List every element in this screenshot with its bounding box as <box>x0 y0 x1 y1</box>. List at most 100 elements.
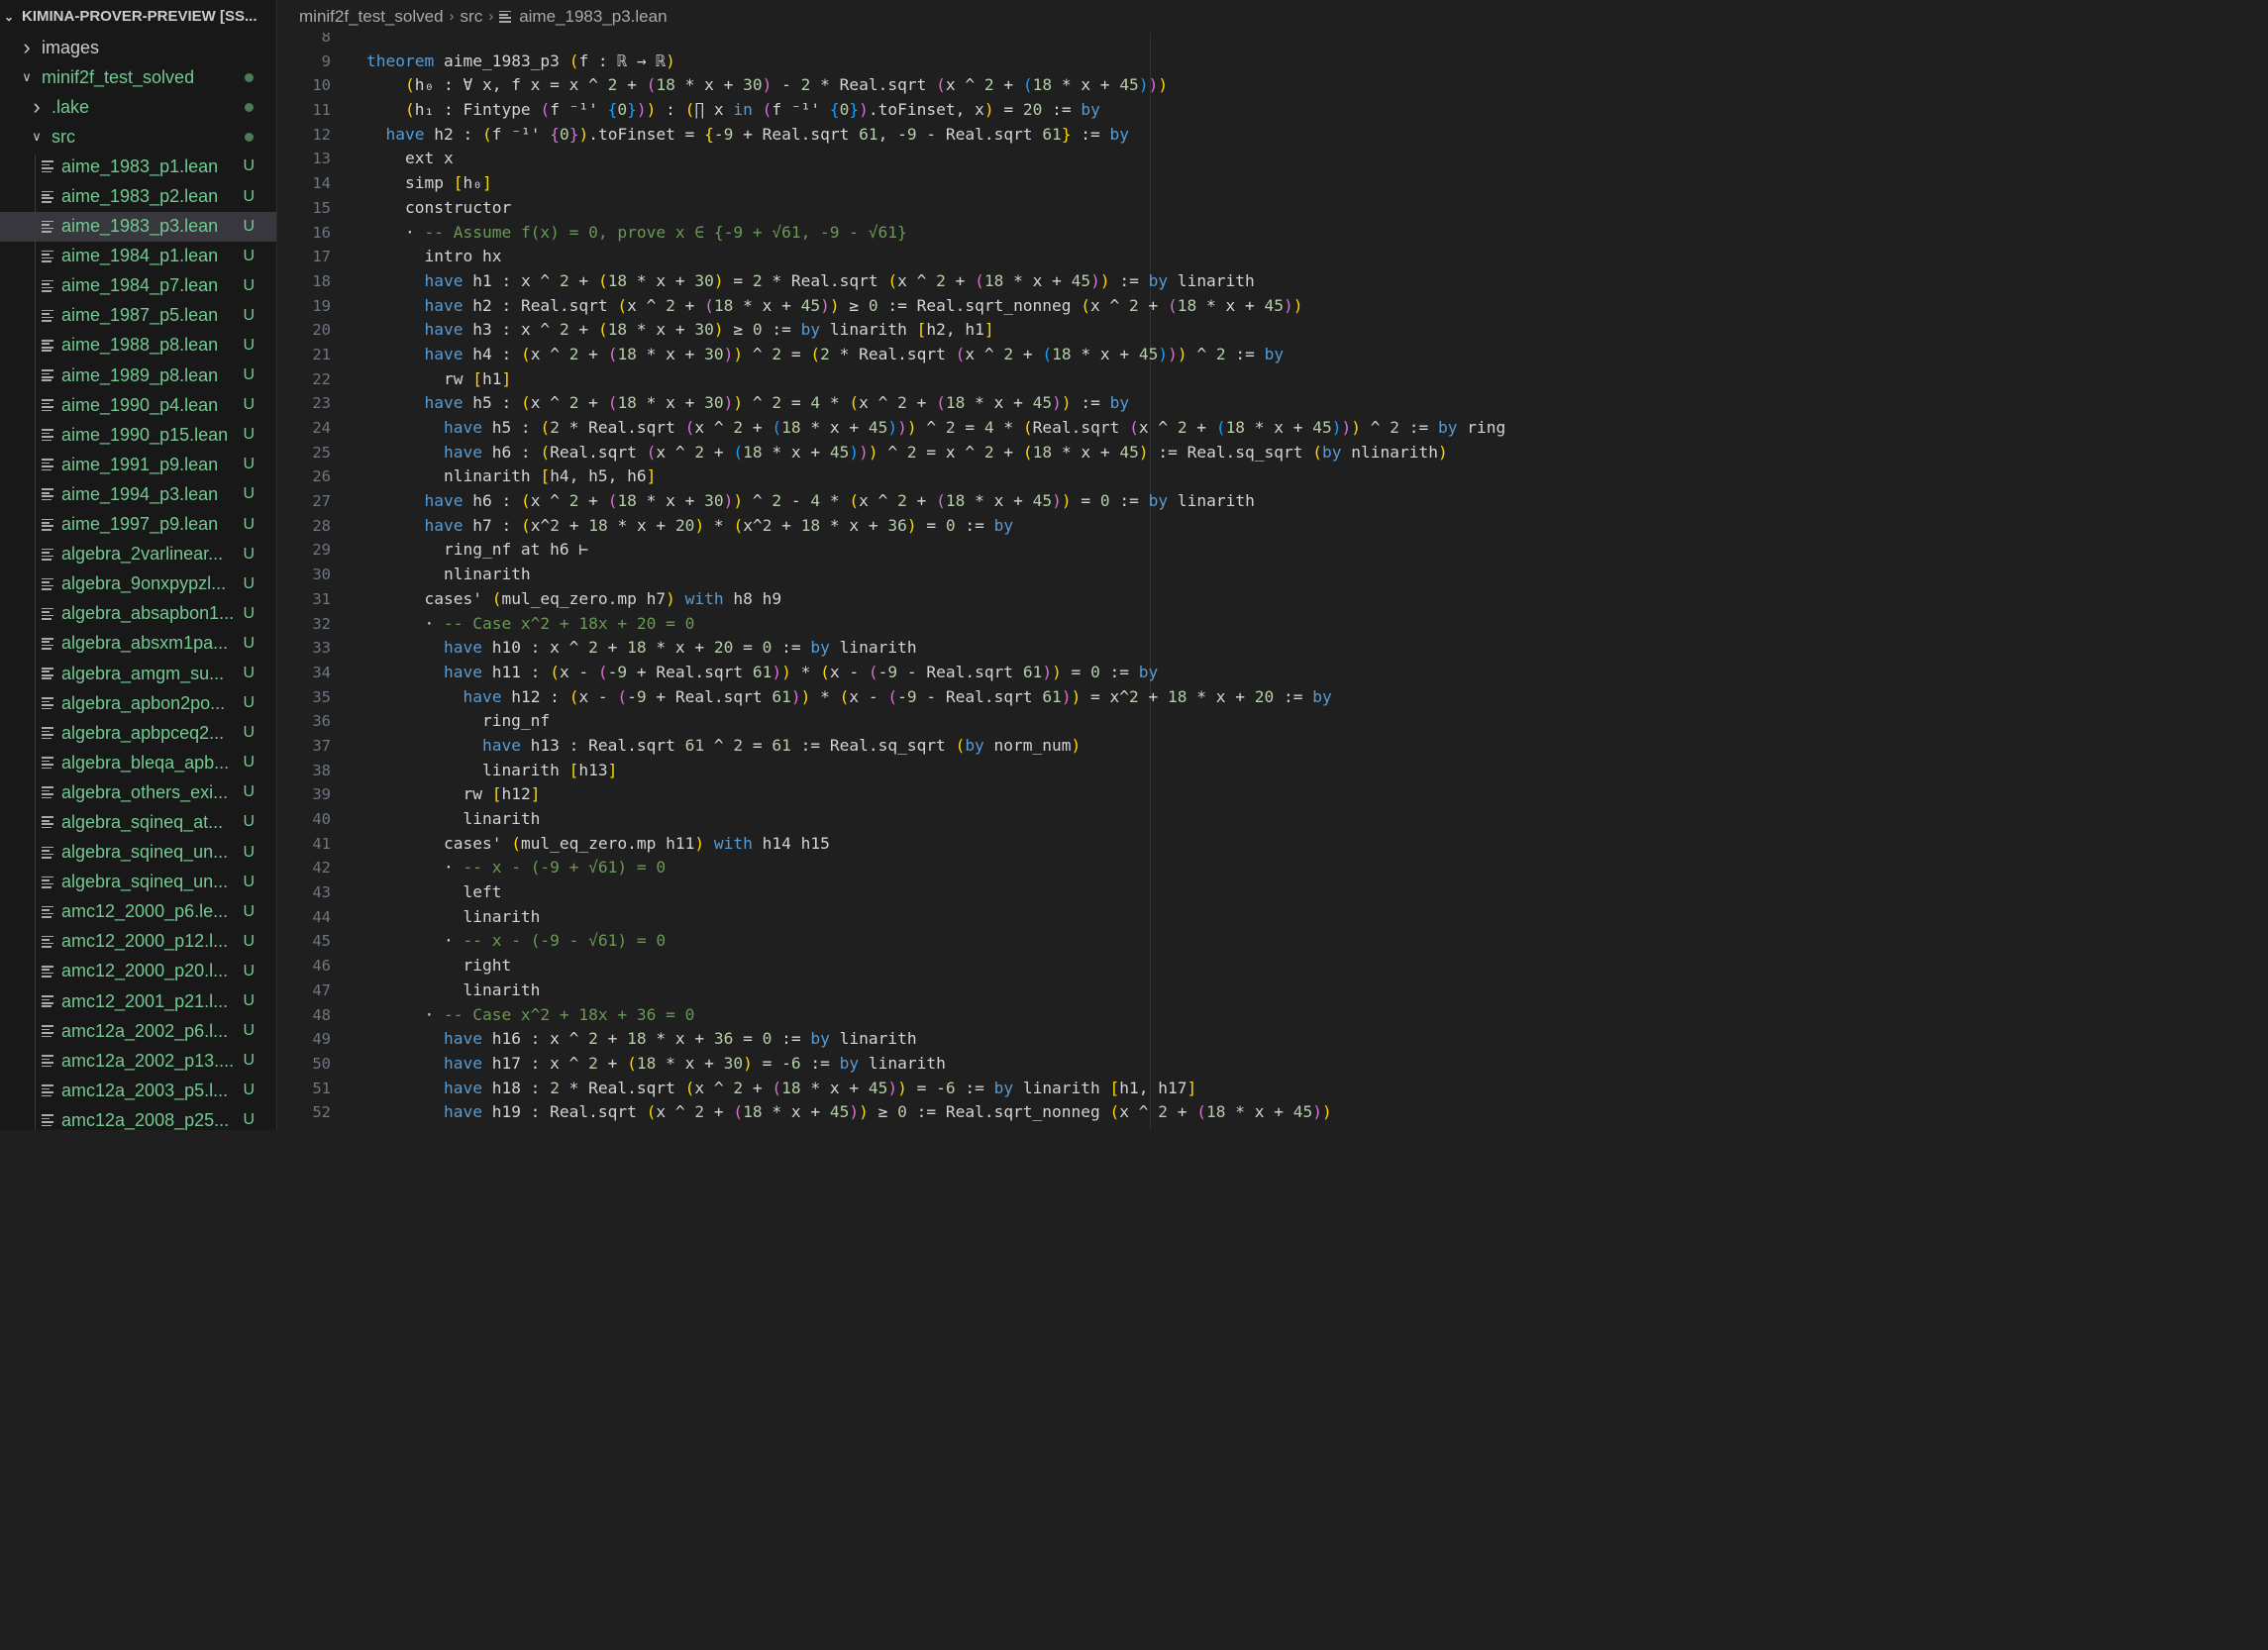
untracked-badge: U <box>243 515 255 533</box>
code-line[interactable]: have h10 : x ^ 2 + 18 * x + 20 = 0 := by… <box>366 636 1553 661</box>
file-item[interactable]: aime_1989_p8.lean U <box>0 361 276 390</box>
file-item[interactable]: aime_1997_p9.lean U <box>0 510 276 540</box>
file-item[interactable]: algebra_bleqa_apb... U <box>0 748 276 777</box>
file-item[interactable]: algebra_absxm1pa... U <box>0 629 276 659</box>
code-line[interactable]: linarith <box>366 807 1553 832</box>
code-line[interactable]: have h6 : (Real.sqrt (x ^ 2 + (18 * x + … <box>366 441 1553 465</box>
file-item[interactable]: aime_1990_p4.lean U <box>0 390 276 420</box>
file-item[interactable]: amc12a_2003_p5.l... U <box>0 1076 276 1105</box>
code-line[interactable] <box>366 33 1553 50</box>
file-item[interactable]: algebra_sqineq_un... U <box>0 838 276 868</box>
code-line[interactable]: linarith <box>366 905 1553 930</box>
breadcrumb-subfolder[interactable]: src <box>461 7 483 27</box>
file-item[interactable]: amc12_2000_p20.l... U <box>0 957 276 986</box>
code-line[interactable]: rw [h12] <box>366 782 1553 807</box>
explorer-root-header[interactable]: ⌄ KIMINA-PROVER-PREVIEW [SS... <box>0 0 276 33</box>
code-line[interactable]: have h5 : (2 * Real.sqrt (x ^ 2 + (18 * … <box>366 416 1553 441</box>
code-line[interactable]: ext x <box>366 147 1553 171</box>
file-item[interactable]: algebra_absapbon1... U <box>0 599 276 629</box>
tree-item-label: aime_1988_p8.lean <box>61 335 219 356</box>
code-line[interactable]: · -- Case x^2 + 18x + 20 = 0 <box>366 612 1553 637</box>
breadcrumb-folder[interactable]: minif2f_test_solved <box>299 7 444 27</box>
code-line[interactable]: have h2 : Real.sqrt (x ^ 2 + (18 * x + 4… <box>366 294 1553 319</box>
file-item[interactable]: aime_1987_p5.lean U <box>0 301 276 331</box>
folder-item[interactable]: › images <box>0 33 276 62</box>
code-line[interactable]: have h2 : (f ⁻¹' {0}).toFinset = {-9 + R… <box>366 123 1553 148</box>
file-item[interactable]: aime_1988_p8.lean U <box>0 331 276 361</box>
code-line[interactable]: right <box>366 954 1553 979</box>
code-line[interactable]: have h1 : x ^ 2 + (18 * x + 30) = 2 * Re… <box>366 269 1553 294</box>
code-line[interactable]: · -- x - (-9 - √61) = 0 <box>366 929 1553 954</box>
file-icon <box>42 727 53 740</box>
code-line[interactable]: constructor <box>366 196 1553 221</box>
untracked-badge: U <box>243 336 255 354</box>
code-lines[interactable]: theorem aime_1983_p3 (f : ℝ → ℝ) (h₀ : ∀… <box>366 33 1553 1125</box>
file-item[interactable]: aime_1990_p15.lean U <box>0 420 276 450</box>
code-line[interactable]: cases' (mul_eq_zero.mp h11) with h14 h15 <box>366 832 1553 857</box>
line-number: 22 <box>312 369 331 388</box>
file-item[interactable]: aime_1983_p1.lean U <box>0 152 276 181</box>
file-item[interactable]: algebra_apbpceq2... U <box>0 718 276 748</box>
code-line[interactable]: linarith <box>366 979 1553 1003</box>
untracked-badge: U <box>243 843 255 861</box>
file-item[interactable]: algebra_9onxpypzl... U <box>0 569 276 599</box>
code-line[interactable]: have h19 : Real.sqrt (x ^ 2 + (18 * x + … <box>366 1100 1553 1125</box>
folder-item[interactable]: › .lake <box>0 92 276 122</box>
file-item[interactable]: amc12_2000_p12.l... U <box>0 927 276 957</box>
code-line[interactable]: have h5 : (x ^ 2 + (18 * x + 30)) ^ 2 = … <box>366 391 1553 416</box>
code-line[interactable]: have h11 : (x - (-9 + Real.sqrt 61)) * (… <box>366 661 1553 685</box>
file-item[interactable]: algebra_amgm_su... U <box>0 659 276 688</box>
code-line[interactable]: have h6 : (x ^ 2 + (18 * x + 30)) ^ 2 - … <box>366 489 1553 514</box>
code-line[interactable]: cases' (mul_eq_zero.mp h7) with h8 h9 <box>366 587 1553 612</box>
code-line[interactable]: have h13 : Real.sqrt 61 ^ 2 = 61 := Real… <box>366 734 1553 759</box>
code-line[interactable]: · -- Case x^2 + 18x + 36 = 0 <box>366 1003 1553 1028</box>
code-line[interactable]: · -- x - (-9 + √61) = 0 <box>366 856 1553 880</box>
file-item[interactable]: amc12a_2002_p6.l... U <box>0 1016 276 1046</box>
code-line[interactable]: (h₁ : Fintype (f ⁻¹' {0})) : (∏ x in (f … <box>366 98 1553 123</box>
code-line[interactable]: intro hx <box>366 245 1553 269</box>
file-item[interactable]: amc12_2000_p6.le... U <box>0 897 276 927</box>
code-line[interactable]: have h7 : (x^2 + 18 * x + 20) * (x^2 + 1… <box>366 514 1553 539</box>
code-line[interactable]: (h₀ : ∀ x, f x = x ^ 2 + (18 * x + 30) -… <box>366 73 1553 98</box>
line-number: 11 <box>312 101 331 120</box>
chevron-down-icon: ⌄ <box>4 9 15 24</box>
file-item[interactable]: aime_1994_p3.lean U <box>0 479 276 509</box>
file-item[interactable]: aime_1984_p1.lean U <box>0 242 276 271</box>
breadcrumb-file[interactable]: aime_1983_p3.lean <box>519 7 667 27</box>
code-line[interactable]: left <box>366 880 1553 905</box>
code-line[interactable]: linarith [h13] <box>366 759 1553 783</box>
file-item[interactable]: amc12_2001_p21.l... U <box>0 986 276 1016</box>
file-item[interactable]: algebra_apbon2po... U <box>0 688 276 718</box>
file-icon <box>42 668 53 680</box>
code-editor[interactable]: 8 9 10 11 12 13 14 15 16 17 18 19 20 21 22 23 24 25 26 27 28… <box>277 33 1553 1130</box>
code-line[interactable]: rw [h1] <box>366 367 1553 392</box>
code-line[interactable]: ring_nf <box>366 709 1553 734</box>
file-item[interactable]: algebra_sqineq_un... U <box>0 868 276 897</box>
code-line[interactable]: have h16 : x ^ 2 + 18 * x + 36 = 0 := by… <box>366 1027 1553 1052</box>
code-line[interactable]: simp [h₀] <box>366 171 1553 196</box>
code-line[interactable]: nlinarith [h4, h5, h6] <box>366 464 1553 489</box>
code-line[interactable]: · -- Assume f(x) = 0, prove x ∈ {-9 + √6… <box>366 221 1553 246</box>
code-line[interactable]: have h17 : x ^ 2 + (18 * x + 30) = -6 :=… <box>366 1052 1553 1077</box>
file-item[interactable]: amc12a_2002_p13.... U <box>0 1046 276 1076</box>
code-line[interactable]: nlinarith <box>366 563 1553 587</box>
code-line[interactable]: have h12 : (x - (-9 + Real.sqrt 61)) * (… <box>366 685 1553 710</box>
folder-item[interactable]: ∨ src <box>0 122 276 152</box>
code-line[interactable]: ring_nf at h6 ⊢ <box>366 538 1553 563</box>
file-item[interactable]: aime_1983_p3.lean U <box>0 211 276 242</box>
file-icon <box>42 190 53 203</box>
code-line[interactable]: have h3 : x ^ 2 + (18 * x + 30) ≥ 0 := b… <box>366 318 1553 343</box>
file-item[interactable]: algebra_sqineq_at... U <box>0 807 276 837</box>
file-item[interactable]: aime_1984_p7.lean U <box>0 271 276 301</box>
file-item[interactable]: amc12a_2008_p25... U <box>0 1105 276 1130</box>
code-line[interactable]: theorem aime_1983_p3 (f : ℝ → ℝ) <box>366 50 1553 74</box>
file-item[interactable]: algebra_2varlinear... U <box>0 540 276 569</box>
folder-item[interactable]: ∨ minif2f_test_solved <box>0 62 276 92</box>
file-icon <box>499 10 512 23</box>
file-item[interactable]: aime_1983_p2.lean U <box>0 181 276 211</box>
code-line[interactable]: have h18 : 2 * Real.sqrt (x ^ 2 + (18 * … <box>366 1077 1553 1101</box>
file-item[interactable]: aime_1991_p9.lean U <box>0 450 276 479</box>
code-line[interactable]: have h4 : (x ^ 2 + (18 * x + 30)) ^ 2 = … <box>366 343 1553 367</box>
line-number: 16 <box>312 223 331 242</box>
file-item[interactable]: algebra_others_exi... U <box>0 777 276 807</box>
